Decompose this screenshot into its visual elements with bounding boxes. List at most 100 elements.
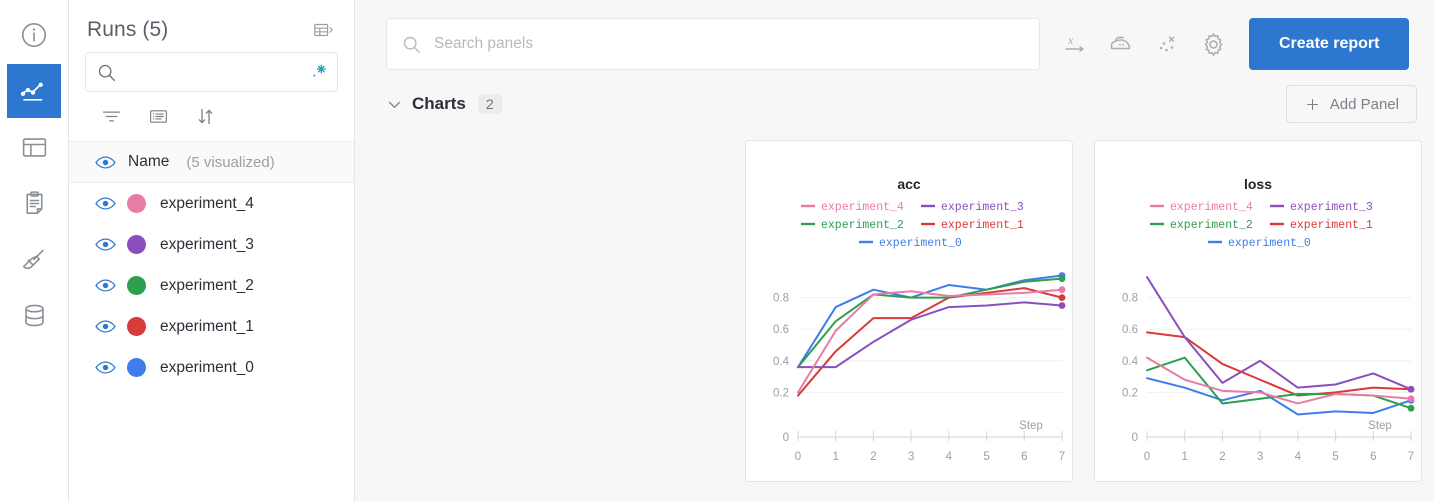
x-tick-label: 5 bbox=[983, 451, 989, 463]
x-tick-label: 0 bbox=[795, 451, 801, 463]
y-tick-label: 0.2 bbox=[1122, 387, 1138, 399]
list-item[interactable]: experiment_3 bbox=[69, 224, 354, 265]
x-tick-label: 5 bbox=[1332, 451, 1338, 463]
x-axis-icon[interactable]: x bbox=[1062, 31, 1088, 57]
run-name-label: experiment_3 bbox=[160, 235, 254, 253]
add-panel-button[interactable]: Add Panel bbox=[1285, 85, 1417, 123]
add-panel-label: Add Panel bbox=[1329, 95, 1399, 113]
series-endpoint-marker bbox=[1058, 302, 1066, 309]
legend-label[interactable]: experiment_2 bbox=[821, 219, 904, 232]
chart-panel[interactable]: loss experiment_4 experiment_3 experiment_2… bbox=[1094, 140, 1422, 482]
runs-tool-row bbox=[69, 92, 354, 142]
search-icon bbox=[96, 62, 117, 83]
x-tick-label: 7 bbox=[1408, 451, 1414, 463]
x-tick-label: 1 bbox=[833, 451, 839, 463]
x-tick-label: 0 bbox=[1144, 451, 1150, 463]
list-item[interactable]: experiment_0 bbox=[69, 347, 354, 388]
list-item[interactable]: experiment_1 bbox=[69, 306, 354, 347]
legend-label[interactable]: experiment_4 bbox=[821, 201, 904, 214]
run-color-swatch[interactable] bbox=[127, 235, 146, 254]
y-tick-label: 0.8 bbox=[773, 293, 789, 305]
y-tick-label: 0.2 bbox=[773, 387, 789, 399]
database-icon[interactable] bbox=[7, 288, 61, 342]
series-line bbox=[1146, 276, 1412, 391]
y-tick-label: 0 bbox=[783, 432, 789, 444]
series-endpoint-marker bbox=[1407, 385, 1415, 393]
sort-icon[interactable] bbox=[195, 106, 216, 127]
runs-search-input[interactable] bbox=[117, 63, 308, 81]
series-line bbox=[797, 288, 1063, 394]
series-endpoint-marker bbox=[1407, 404, 1415, 412]
chart-panel[interactable]: acc experiment_4 experiment_3 experiment_2 e… bbox=[745, 140, 1073, 482]
legend-label[interactable]: experiment_3 bbox=[1290, 201, 1373, 214]
magic-wand-icon[interactable] bbox=[308, 62, 328, 82]
chevron-down-icon[interactable] bbox=[386, 96, 403, 113]
series-endpoint-marker bbox=[1058, 294, 1066, 301]
run-color-swatch[interactable] bbox=[127, 317, 146, 336]
runs-title: Runs (5) bbox=[87, 18, 169, 41]
info-icon[interactable] bbox=[7, 8, 61, 62]
chart-title: loss bbox=[1244, 176, 1272, 192]
panel-toolbar-icons: x bbox=[1062, 31, 1227, 58]
runs-search-box[interactable] bbox=[85, 52, 338, 92]
y-tick-label: 0.4 bbox=[1122, 356, 1139, 368]
legend-label[interactable]: experiment_3 bbox=[941, 201, 1024, 214]
panel-toolbar: x bbox=[355, 0, 1434, 70]
columns-icon[interactable] bbox=[148, 106, 169, 127]
x-axis-title: Step bbox=[1368, 420, 1392, 432]
gear-icon[interactable] bbox=[1200, 31, 1227, 58]
x-tick-label: 4 bbox=[946, 451, 953, 463]
smoothing-iron-icon[interactable] bbox=[1108, 31, 1134, 57]
left-icon-rail bbox=[0, 0, 69, 502]
eye-icon[interactable] bbox=[95, 237, 116, 252]
eye-icon[interactable] bbox=[95, 155, 116, 170]
y-tick-label: 0 bbox=[1132, 432, 1138, 444]
charts-panel-grid: acc experiment_4 experiment_3 experiment_2 e… bbox=[745, 140, 1422, 482]
clipboard-icon[interactable] bbox=[7, 176, 61, 230]
eye-icon[interactable] bbox=[95, 360, 116, 375]
series-line bbox=[1146, 356, 1412, 410]
chart-svg: accexperiment_4 experiment_3experiment_2 e… bbox=[773, 176, 1066, 463]
list-item[interactable]: experiment_2 bbox=[69, 265, 354, 306]
legend-label[interactable]: experiment_1 bbox=[941, 219, 1024, 232]
x-tick-label: 6 bbox=[1370, 451, 1376, 463]
legend-label[interactable]: experiment_0 bbox=[879, 237, 962, 250]
table-layout-icon[interactable] bbox=[7, 120, 61, 174]
run-name-label: experiment_0 bbox=[160, 358, 254, 376]
chart-title: acc bbox=[897, 176, 921, 192]
filter-icon[interactable] bbox=[101, 106, 122, 127]
eye-icon[interactable] bbox=[95, 278, 116, 293]
series-endpoint-marker bbox=[1407, 395, 1415, 403]
legend-label[interactable]: experiment_0 bbox=[1228, 237, 1311, 250]
search-icon bbox=[401, 34, 422, 55]
panel-search-input[interactable] bbox=[422, 34, 1025, 54]
series-endpoint-marker bbox=[1058, 275, 1066, 283]
x-tick-label: 3 bbox=[1257, 451, 1263, 463]
legend-label[interactable]: experiment_2 bbox=[1170, 219, 1253, 232]
table-expand-icon[interactable] bbox=[312, 19, 334, 41]
runs-name-header[interactable]: Name (5 visualized) bbox=[69, 142, 354, 183]
list-item[interactable]: experiment_4 bbox=[69, 183, 354, 224]
runs-sidebar: Runs (5) Name (5 visualized) experiment_… bbox=[69, 0, 355, 502]
runs-header: Runs (5) bbox=[69, 0, 354, 52]
x-tick-label: 6 bbox=[1021, 451, 1027, 463]
scatter-dots-icon[interactable] bbox=[1154, 31, 1180, 57]
chart-icon[interactable] bbox=[7, 64, 61, 118]
run-color-swatch[interactable] bbox=[127, 358, 146, 377]
eye-icon[interactable] bbox=[95, 196, 116, 211]
series-line bbox=[797, 287, 1063, 397]
x-tick-label: 3 bbox=[908, 451, 914, 463]
eye-icon[interactable] bbox=[95, 319, 116, 334]
run-color-swatch[interactable] bbox=[127, 194, 146, 213]
x-tick-label: 7 bbox=[1059, 451, 1065, 463]
legend-label[interactable]: experiment_4 bbox=[1170, 201, 1253, 214]
legend-label[interactable]: experiment_1 bbox=[1290, 219, 1373, 232]
run-color-swatch[interactable] bbox=[127, 276, 146, 295]
y-tick-label: 0.6 bbox=[773, 324, 789, 336]
chart-svg: loss experiment_4 experiment_3 experiment_2… bbox=[1122, 176, 1415, 463]
create-report-button[interactable]: Create report bbox=[1249, 18, 1410, 70]
y-tick-label: 0.8 bbox=[1122, 293, 1138, 305]
broom-icon[interactable] bbox=[7, 232, 61, 286]
runs-name-label: Name bbox=[128, 153, 170, 170]
panel-search-box[interactable] bbox=[386, 18, 1040, 70]
